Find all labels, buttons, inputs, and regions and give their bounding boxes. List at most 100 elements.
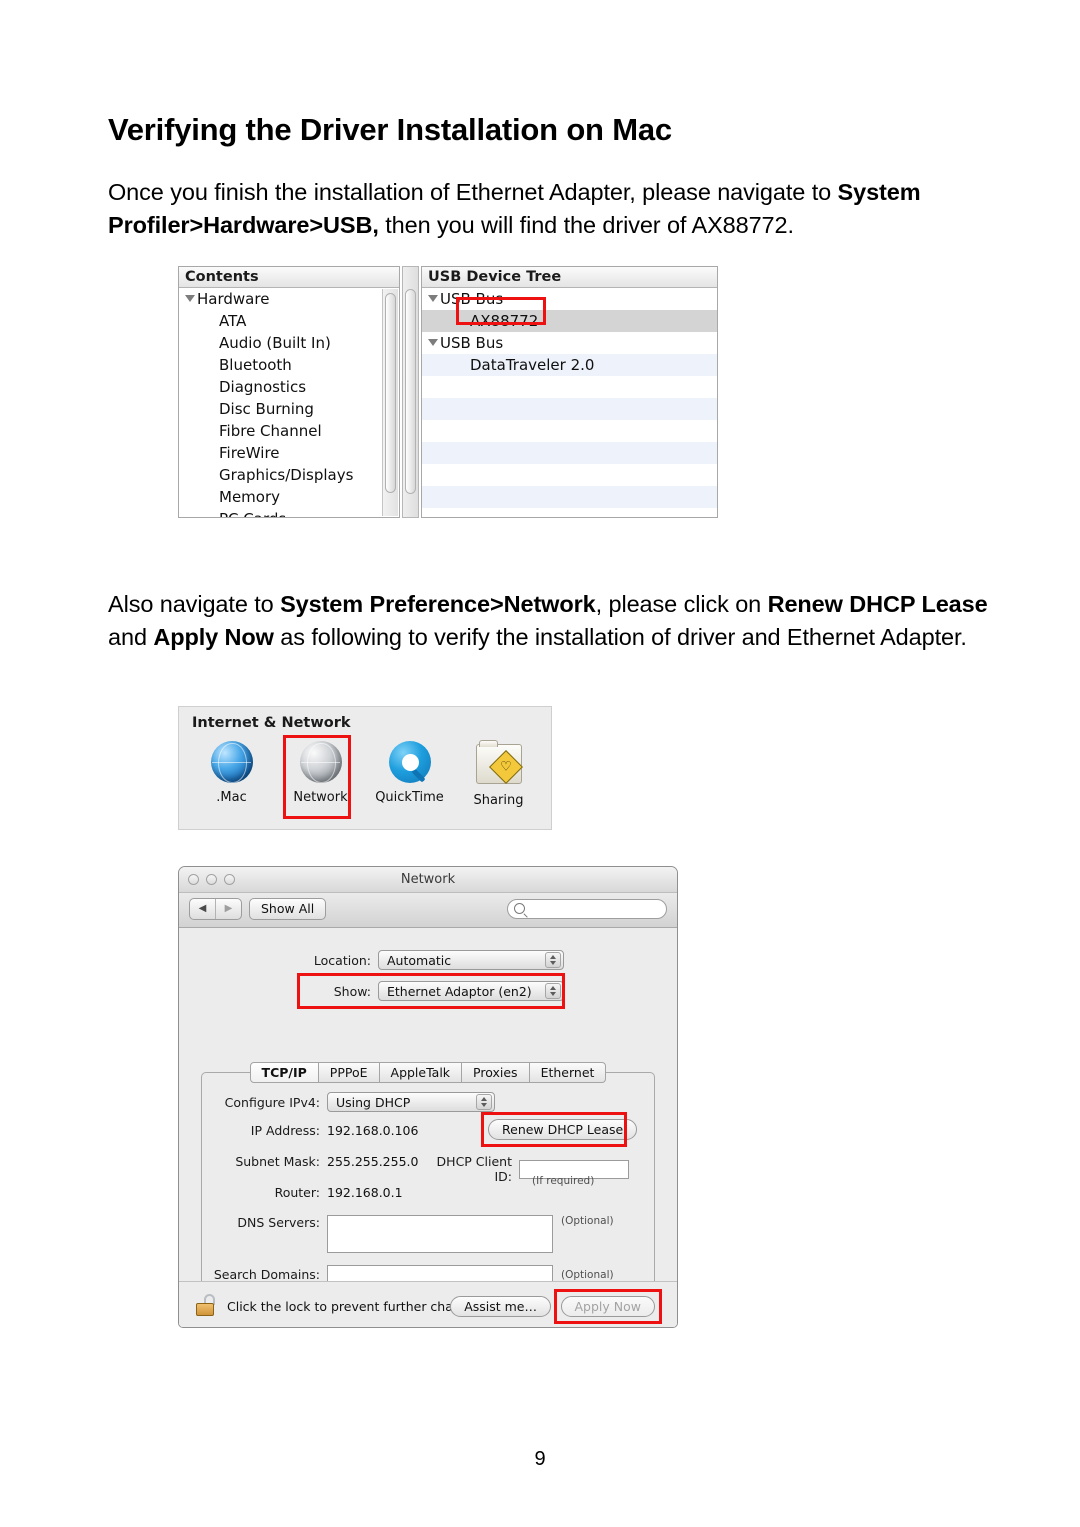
- search-field[interactable]: [507, 899, 667, 919]
- show-all-button[interactable]: Show All: [249, 898, 327, 920]
- contents-item-disc-burning[interactable]: Disc Burning: [179, 398, 399, 420]
- contents-item-ata[interactable]: ATA: [179, 310, 399, 332]
- location-popup[interactable]: Automatic: [378, 950, 564, 970]
- usb-device-datatraveler[interactable]: DataTraveler 2.0: [422, 354, 717, 376]
- router-row: Router: 192.168.0.1: [212, 1185, 403, 1200]
- contents-item-memory[interactable]: Memory: [179, 486, 399, 508]
- contents-item-fibre-channel[interactable]: Fibre Channel: [179, 420, 399, 442]
- paragraph-2-text-a: Also navigate to: [108, 591, 281, 617]
- contents-item-hardware[interactable]: Hardware: [179, 288, 399, 310]
- usb-bus-row-2[interactable]: USB Bus: [422, 332, 717, 354]
- pref-item-quicktime[interactable]: QuickTime: [365, 739, 454, 808]
- settings-tabbar: TCP/IP PPPoE AppleTalk Proxies Ethernet: [201, 1062, 655, 1083]
- pref-item-label: .Mac: [216, 790, 247, 805]
- pref-item-label: Network: [293, 790, 348, 805]
- tab-ethernet[interactable]: Ethernet: [529, 1062, 607, 1083]
- gray-globe-icon: [298, 741, 344, 787]
- contents-list: Hardware ATA Audio (Built In) Bluetooth …: [179, 288, 399, 517]
- pref-pane-title: Internet & Network: [192, 715, 351, 731]
- contents-scrollbar[interactable]: [382, 289, 398, 516]
- dns-servers-row: DNS Servers: (Optional): [212, 1215, 614, 1253]
- tab-proxies[interactable]: Proxies: [462, 1062, 530, 1083]
- usb-device-ax88772[interactable]: AX88772: [422, 310, 717, 332]
- contents-item-audio[interactable]: Audio (Built In): [179, 332, 399, 354]
- pane-scrollbar-thumb[interactable]: [405, 289, 416, 494]
- paragraph-2-text-b: , please click on: [595, 591, 768, 617]
- pref-item-network[interactable]: Network: [276, 739, 365, 808]
- contents-item-diagnostics[interactable]: Diagnostics: [179, 376, 399, 398]
- usb-empty-row: [422, 442, 717, 464]
- dns-servers-label: DNS Servers:: [237, 1215, 320, 1230]
- pref-item-label: Sharing: [473, 793, 524, 808]
- disclosure-triangle-icon[interactable]: [185, 295, 195, 302]
- usb-device-tree-header: USB Device Tree: [422, 267, 717, 288]
- show-value: Ethernet Adaptor (en2): [387, 984, 532, 999]
- contents-pane: Contents Hardware ATA Audio (Built In) B…: [178, 266, 400, 518]
- search-icon: [514, 903, 525, 914]
- pref-item-mac[interactable]: .Mac: [187, 739, 276, 808]
- back-arrow-icon[interactable]: ◀: [190, 899, 215, 919]
- page-title: Verifying the Driver Installation on Mac: [108, 112, 672, 147]
- contents-header: Contents: [179, 267, 399, 288]
- subnet-mask-value: 255.255.255.0: [327, 1154, 419, 1169]
- usb-empty-row: [422, 398, 717, 420]
- pref-item-sharing[interactable]: ♡ Sharing: [454, 739, 543, 808]
- usb-empty-row: [422, 464, 717, 486]
- usb-empty-row: [422, 486, 717, 508]
- router-value: 192.168.0.1: [327, 1185, 403, 1200]
- internet-network-preferences-panel: Internet & Network .Mac Network QuickTim…: [178, 706, 552, 830]
- forward-arrow-icon[interactable]: ▶: [215, 899, 241, 919]
- popup-arrows-icon[interactable]: [545, 983, 561, 999]
- usb-bus-label: USB Bus: [440, 334, 504, 352]
- contents-item-firewire[interactable]: FireWire: [179, 442, 399, 464]
- blue-globe-icon: [209, 741, 255, 787]
- disclosure-triangle-icon[interactable]: [428, 339, 438, 346]
- tab-appletalk[interactable]: AppleTalk: [379, 1062, 463, 1083]
- subnet-mask-label: Subnet Mask:: [235, 1154, 320, 1169]
- dns-servers-input[interactable]: [327, 1215, 553, 1253]
- paragraph-2-bold-path: System Preference>Network: [280, 591, 596, 617]
- contents-item-pc-cards[interactable]: PC Cards: [179, 508, 399, 517]
- tab-pppoe[interactable]: PPPoE: [318, 1062, 380, 1083]
- router-label: Router:: [274, 1185, 320, 1200]
- paragraph-2: Also navigate to System Preference>Netwo…: [108, 588, 988, 654]
- lock-message: Click the lock to prevent further change…: [227, 1299, 487, 1314]
- dhcp-client-id-hint: (If required): [532, 1175, 595, 1187]
- contents-item-bluetooth[interactable]: Bluetooth: [179, 354, 399, 376]
- renew-dhcp-lease-button[interactable]: Renew DHCP Lease: [488, 1119, 638, 1140]
- popup-arrows-icon[interactable]: [476, 1094, 492, 1110]
- paragraph-1-text-b: then you will find the driver of AX88772…: [378, 212, 794, 238]
- configure-ipv4-popup[interactable]: Using DHCP: [327, 1092, 495, 1112]
- configure-ipv4-label: Configure IPv4:: [224, 1094, 320, 1110]
- tab-tcpip[interactable]: TCP/IP: [249, 1062, 319, 1083]
- show-popup[interactable]: Ethernet Adaptor (en2): [378, 981, 564, 1001]
- search-domains-label: Search Domains:: [213, 1267, 320, 1282]
- contents-item-label: Hardware: [197, 290, 270, 308]
- quicktime-icon: [387, 741, 433, 787]
- contents-item-graphics-displays[interactable]: Graphics/Displays: [179, 464, 399, 486]
- page-number: 9: [534, 1448, 546, 1470]
- usb-bus-row-1[interactable]: USB Bus: [422, 288, 717, 310]
- usb-device-list: USB Bus AX88772 USB Bus DataTraveler 2.0: [422, 288, 717, 517]
- paragraph-2-text-d: as following to verify the installation …: [273, 624, 967, 650]
- usb-device-tree-pane: USB Device Tree USB Bus AX88772 USB Bus …: [421, 266, 718, 518]
- contents-scrollbar-thumb[interactable]: [385, 293, 396, 493]
- pref-item-label: QuickTime: [375, 790, 444, 805]
- paragraph-2-text-c: and: [108, 624, 154, 650]
- lock-open-icon[interactable]: [196, 1294, 216, 1316]
- popup-arrows-icon[interactable]: [545, 952, 561, 968]
- pane-scrollbar[interactable]: [402, 266, 419, 518]
- window-toolbar: ◀ ▶ Show All: [179, 893, 677, 928]
- network-preferences-window: Network ◀ ▶ Show All Location: Automatic…: [178, 866, 678, 1328]
- apply-now-button[interactable]: Apply Now: [560, 1296, 655, 1317]
- dns-servers-hint: (Optional): [561, 1215, 614, 1227]
- location-row: Location: Automatic: [305, 950, 564, 970]
- show-label: Show:: [333, 983, 371, 999]
- location-label: Location:: [313, 952, 371, 968]
- assist-me-button[interactable]: Assist me…: [450, 1296, 551, 1317]
- window-bottom-bar: Click the lock to prevent further change…: [179, 1281, 677, 1327]
- disclosure-triangle-icon[interactable]: [428, 295, 438, 302]
- back-forward-buttons[interactable]: ◀ ▶: [189, 898, 242, 920]
- window-body: Location: Automatic Show: Ethernet Adapt…: [179, 928, 677, 1327]
- configure-ipv4-row: Configure IPv4: Using DHCP: [212, 1092, 495, 1112]
